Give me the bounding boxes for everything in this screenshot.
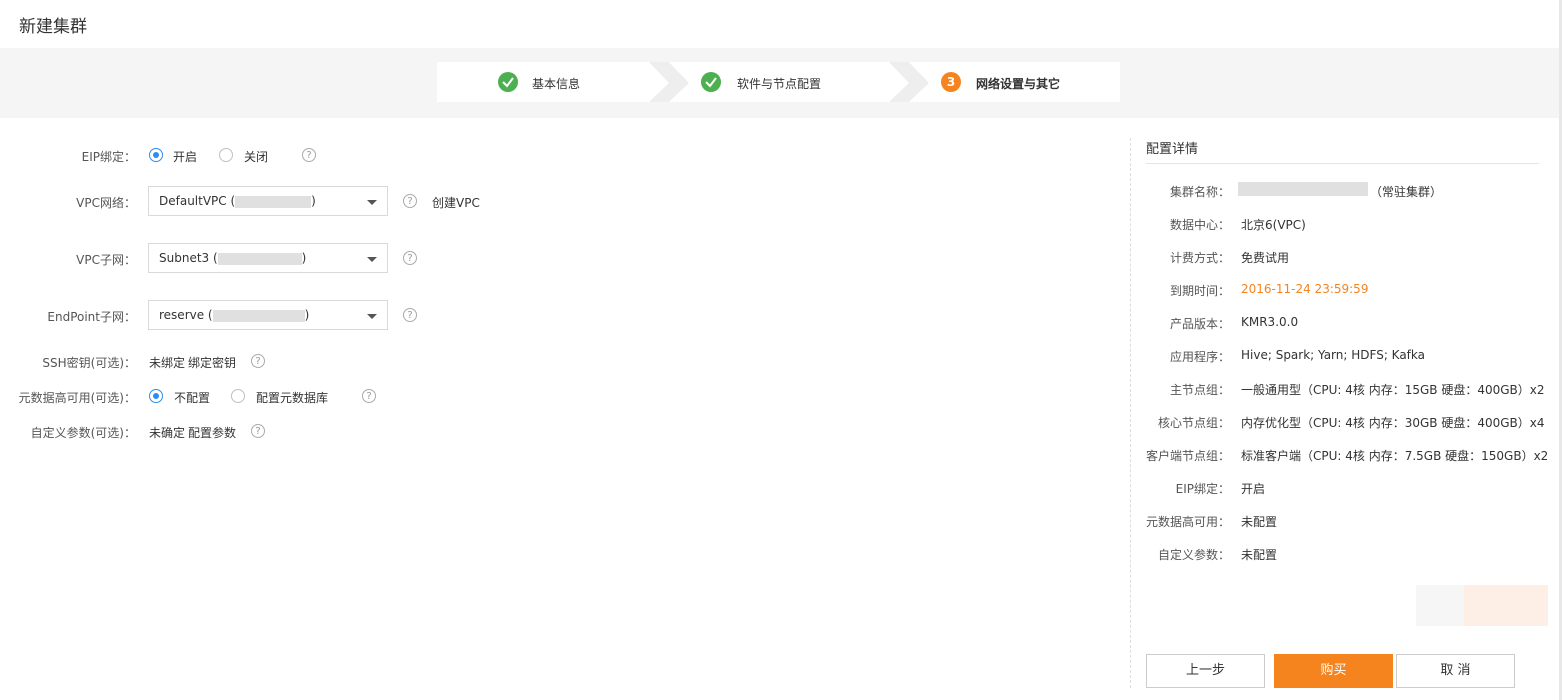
ssh-label: SSH密钥(可选)： [42, 356, 136, 370]
detail-value: 未配置 [1241, 515, 1278, 529]
subnet-label: VPC子网： [76, 253, 136, 267]
custom-params-status: 未确定 [149, 426, 186, 440]
eip-off-radio[interactable] [219, 148, 233, 162]
help-icon[interactable]: ? [251, 424, 265, 438]
configure-params-link[interactable]: 配置参数 [188, 424, 236, 441]
eip-label: EIP绑定： [81, 150, 136, 164]
redacted-block [235, 195, 312, 208]
eip-off-label[interactable]: 关闭 [244, 148, 268, 165]
help-icon[interactable]: ? [362, 389, 376, 403]
detail-label: 应用程序： [1169, 350, 1230, 364]
step-basic-info[interactable]: 基本信息 [532, 75, 580, 92]
detail-label: 计费方式： [1169, 251, 1230, 265]
create-vpc-link[interactable]: 创建VPC [432, 194, 480, 211]
detail-label: 主节点组： [1169, 383, 1230, 397]
step-number-badge: 3 [941, 72, 961, 92]
cancel-button[interactable]: 取 消 [1396, 654, 1515, 688]
panel-divider [1130, 138, 1131, 688]
help-icon[interactable]: ? [403, 251, 417, 265]
decorative-block [1464, 585, 1548, 626]
detail-value: （常驻集群） [1370, 185, 1443, 199]
decorative-block [1416, 585, 1464, 626]
vpc-value-suffix: ) [311, 194, 316, 208]
redacted-cluster-name [1238, 182, 1368, 196]
detail-value: 内存优化型（CPU: 4核 内存：30GB 硬盘：400GB）x4 [1241, 416, 1545, 430]
page-title: 新建集群 [19, 17, 87, 37]
metadata-ha-label: 元数据高可用(可选)： [18, 391, 136, 405]
detail-value: 北京6(VPC) [1241, 218, 1306, 232]
redacted-block [217, 252, 302, 265]
detail-value: 标准客户端（CPU: 4核 内存：7.5GB 硬盘：150GB）x2 [1241, 449, 1549, 463]
detail-value: 免费试用 [1241, 251, 1290, 265]
metadata-db-label[interactable]: 配置元数据库 [256, 389, 328, 406]
caret-down-icon [367, 200, 377, 205]
help-icon[interactable]: ? [302, 148, 316, 162]
endpoint-value-prefix: reserve ( [159, 308, 213, 322]
bind-key-link[interactable]: 绑定密钥 [188, 354, 236, 371]
details-divider [1146, 163, 1539, 164]
check-circle-icon [498, 72, 518, 92]
metadata-none-label[interactable]: 不配置 [174, 389, 210, 406]
endpoint-value-suffix: ) [304, 308, 310, 322]
step-software-nodes[interactable]: 软件与节点配置 [737, 75, 821, 92]
endpoint-select[interactable]: reserve () [148, 300, 388, 330]
help-icon[interactable]: ? [403, 194, 417, 208]
prev-button[interactable]: 上一步 [1146, 654, 1265, 688]
subnet-value-suffix: ) [301, 251, 307, 265]
detail-label: 产品版本： [1169, 317, 1230, 331]
help-icon[interactable]: ? [251, 354, 265, 368]
vpc-select[interactable]: DefaultVPC () [148, 186, 388, 216]
custom-params-label: 自定义参数(可选)： [30, 426, 136, 440]
detail-label: 到期时间： [1169, 284, 1230, 298]
details-title: 配置详情 [1146, 142, 1199, 157]
vpc-value-prefix: DefaultVPC ( [159, 194, 236, 208]
detail-label: 自定义参数： [1157, 548, 1230, 562]
detail-value: Hive; Spark; Yarn; HDFS; Kafka [1241, 348, 1426, 362]
redacted-block [212, 309, 305, 322]
expiry-time-value: 2016-11-24 23:59:59 [1241, 282, 1369, 296]
subnet-value-prefix: Subnet3 ( [159, 251, 218, 265]
step-network-other[interactable]: 网络设置与其它 [976, 75, 1060, 92]
ssh-status: 未绑定 [149, 356, 186, 370]
detail-label: 核心节点组： [1157, 416, 1230, 430]
detail-value: 未配置 [1241, 548, 1278, 562]
vpc-label: VPC网络： [76, 196, 136, 210]
buy-button[interactable]: 购买 [1274, 654, 1393, 688]
endpoint-label: EndPoint子网： [47, 310, 136, 324]
eip-on-label[interactable]: 开启 [173, 148, 197, 165]
detail-value: 开启 [1241, 482, 1266, 496]
detail-value: 一般通用型（CPU: 4核 内存：15GB 硬盘：400GB）x2 [1241, 383, 1545, 397]
detail-label: 客户端节点组： [1145, 449, 1230, 463]
help-icon[interactable]: ? [403, 308, 417, 322]
detail-label: 数据中心： [1169, 218, 1230, 232]
caret-down-icon [367, 314, 377, 319]
metadata-none-radio[interactable] [149, 389, 163, 403]
eip-on-radio[interactable] [149, 148, 163, 162]
detail-value: KMR3.0.0 [1241, 315, 1299, 329]
detail-label: EIP绑定： [1175, 482, 1230, 496]
detail-label: 集群名称： [1169, 185, 1230, 199]
detail-label: 元数据高可用： [1145, 515, 1230, 529]
subnet-select[interactable]: Subnet3 () [148, 243, 388, 273]
caret-down-icon [367, 257, 377, 262]
check-circle-icon [701, 72, 721, 92]
metadata-db-radio[interactable] [231, 389, 245, 403]
